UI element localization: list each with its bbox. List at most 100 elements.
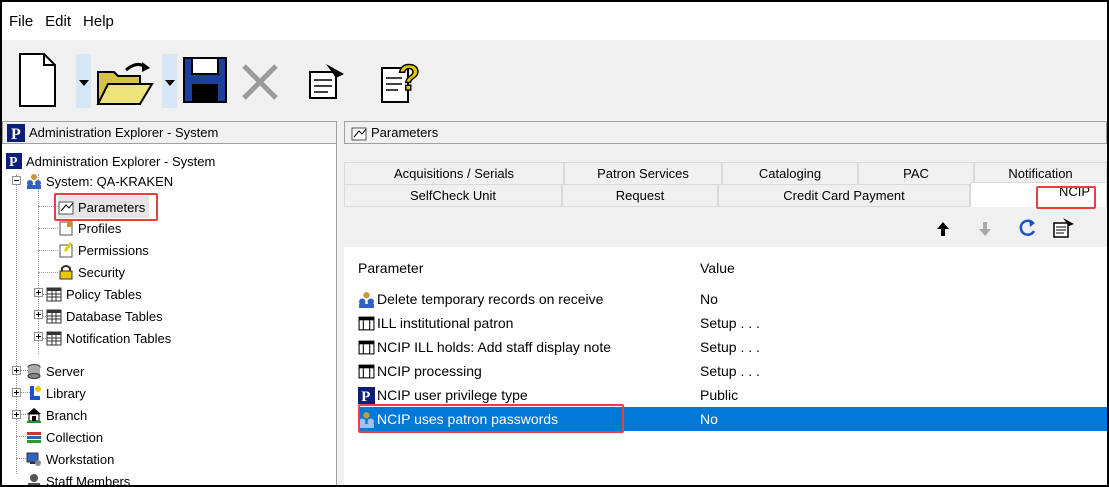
tree-item-notification-tables-label: Notification Tables — [66, 330, 172, 346]
tab-cataloging[interactable]: Cataloging — [722, 162, 858, 184]
tree-item-database-tables[interactable]: Database Tables — [46, 305, 163, 327]
tree-item-profiles-label: Profiles — [78, 220, 122, 236]
tab-acquisitions-serials[interactable]: Acquisitions / Serials — [344, 162, 564, 184]
tree-item-server[interactable]: Server — [26, 360, 84, 382]
refresh-icon[interactable] — [1018, 218, 1038, 238]
table-row[interactable]: NCIP ILL holds: Add staff display note S… — [358, 335, 1107, 359]
svg-text:P: P — [361, 388, 370, 403]
column-header-parameter[interactable]: Parameter — [358, 260, 694, 276]
profiles-icon — [59, 221, 73, 236]
expand-toggle[interactable] — [34, 332, 43, 341]
tab-pac[interactable]: PAC — [858, 162, 974, 184]
polaris-p-icon: P — [6, 153, 22, 169]
tab-patron-services[interactable]: Patron Services — [564, 162, 722, 184]
left-panel-title: Administration Explorer - System — [29, 125, 219, 140]
svg-text:P: P — [9, 155, 18, 169]
properties-icon[interactable] — [1052, 217, 1076, 239]
tree-item-security-label: Security — [78, 264, 125, 280]
parameter-value: Setup . . . — [700, 315, 760, 331]
table-row[interactable]: ILL institutional patron Setup . . . — [358, 311, 1107, 335]
move-up-arrow-icon[interactable] — [936, 221, 950, 237]
tree-root-label: Administration Explorer - System — [26, 153, 216, 169]
tree-item-server-label: Server — [46, 363, 85, 379]
tree-item-system[interactable]: System: QA-KRAKEN — [26, 170, 173, 192]
table-icon — [46, 309, 62, 324]
tree-item-staff-members-label: Staff Members — [46, 473, 131, 486]
polaris-p-icon: P — [7, 123, 25, 142]
table-row[interactable]: NCIP processing Setup . . . — [358, 359, 1107, 383]
tree-item-security[interactable]: Security — [58, 261, 125, 283]
ncip-tab-highlight-box — [1036, 186, 1096, 209]
polaris-p-icon: P — [358, 386, 375, 404]
menu-bar: File Edit Help — [2, 2, 1107, 40]
parameter-value: Public — [700, 387, 739, 403]
tree-item-workstation[interactable]: Workstation — [26, 448, 114, 470]
tree-root[interactable]: P Administration Explorer - System — [6, 150, 215, 172]
tree-item-branch-label: Branch — [46, 407, 88, 423]
new-document-icon[interactable] — [16, 52, 58, 108]
tab-selfcheck-unit[interactable]: SelfCheck Unit — [344, 184, 562, 206]
staff-icon — [28, 474, 40, 485]
open-dropdown-arrow[interactable] — [162, 54, 177, 108]
parameters-panel: Acquisitions / Serials Patron Services C… — [344, 144, 1107, 485]
tree-item-library[interactable]: Library — [26, 382, 86, 404]
open-folder-icon[interactable] — [96, 58, 156, 108]
svg-text:P: P — [11, 126, 21, 142]
expand-toggle[interactable] — [12, 388, 21, 397]
delete-x-icon[interactable] — [238, 60, 282, 104]
tab-credit-card-payment[interactable]: Credit Card Payment — [718, 184, 970, 206]
tree-item-staff-members[interactable]: Staff Members — [26, 470, 130, 485]
tree-item-workstation-label: Workstation — [46, 451, 115, 467]
parameter-name: NCIP user privilege type — [377, 387, 528, 403]
tree-item-policy-tables[interactable]: Policy Tables — [46, 283, 142, 305]
tree-item-policy-tables-label: Policy Tables — [66, 286, 142, 302]
expand-toggle[interactable] — [12, 366, 21, 375]
properties-icon[interactable] — [306, 60, 350, 102]
tab-request[interactable]: Request — [562, 184, 718, 206]
table-setup-icon — [358, 364, 375, 378]
table-setup-icon — [358, 316, 375, 330]
expand-toggle[interactable] — [34, 288, 43, 297]
menu-help[interactable]: Help — [78, 13, 119, 30]
tab-content: Parameter Value Delete temporary records… — [344, 206, 1107, 485]
tree-item-notification-tables[interactable]: Notification Tables — [46, 327, 171, 349]
parameter-name: NCIP processing — [377, 363, 482, 379]
move-down-arrow-icon[interactable] — [978, 221, 992, 237]
menu-edit[interactable]: Edit — [40, 13, 76, 30]
parameter-name: ILL institutional patron — [377, 315, 514, 331]
menu-file[interactable]: File — [4, 13, 38, 30]
collapse-toggle[interactable] — [12, 176, 21, 185]
tree-item-database-tables-label: Database Tables — [66, 308, 163, 324]
parameters-icon — [351, 127, 367, 140]
save-icon[interactable] — [182, 56, 228, 104]
toolbar: ? — [2, 40, 1107, 118]
branch-building-icon — [27, 408, 41, 423]
collection-icon — [27, 432, 41, 443]
parameters-highlight-box — [54, 193, 158, 221]
library-icon — [30, 386, 41, 400]
permissions-icon — [59, 242, 73, 258]
tree-item-permissions[interactable]: Permissions — [58, 239, 149, 261]
expand-toggle[interactable] — [34, 310, 43, 319]
expand-toggle[interactable] — [12, 410, 21, 419]
right-panel-title: Parameters — [371, 125, 439, 140]
parameter-value: Setup . . . — [700, 339, 760, 355]
users-icon — [359, 291, 374, 308]
column-header-value[interactable]: Value — [694, 260, 735, 276]
tree-item-permissions-label: Permissions — [78, 242, 149, 258]
parameter-name: Delete temporary records on receive — [377, 291, 604, 307]
app-window: File Edit Help ? P Administration Explor… — [0, 0, 1109, 487]
tree-item-system-label: System: QA-KRAKEN — [46, 173, 174, 189]
server-icon — [27, 364, 41, 379]
tree-item-library-label: Library — [46, 385, 86, 401]
right-panel-header: Parameters — [344, 121, 1107, 144]
lock-icon — [59, 265, 73, 280]
tab-notification[interactable]: Notification — [974, 162, 1107, 184]
new-dropdown-arrow[interactable] — [76, 54, 91, 108]
table-row[interactable]: Delete temporary records on receive No — [358, 287, 1107, 311]
tree-item-branch[interactable]: Branch — [26, 404, 87, 426]
users-icon — [27, 174, 41, 189]
parameters-grid: Parameter Value Delete temporary records… — [344, 251, 1107, 485]
whats-this-help-icon[interactable]: ? — [380, 56, 428, 106]
tree-item-collection[interactable]: Collection — [26, 426, 103, 448]
